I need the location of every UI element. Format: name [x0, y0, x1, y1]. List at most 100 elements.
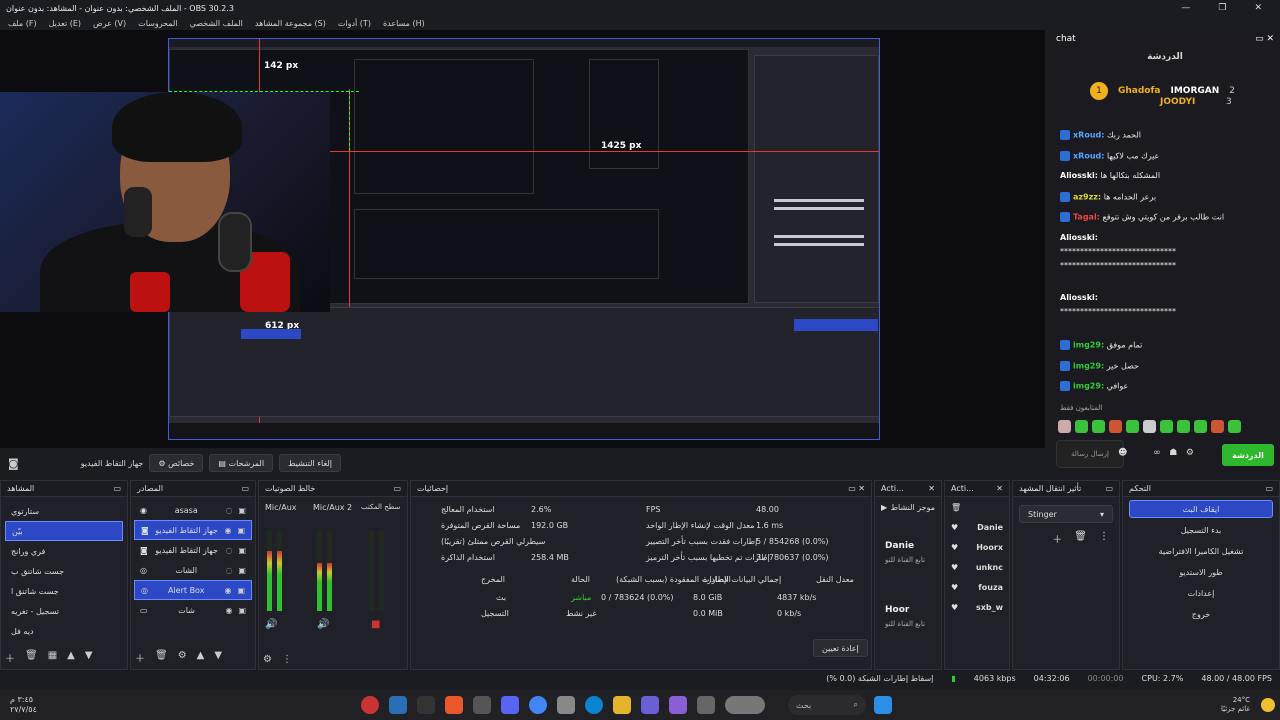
lock-icon[interactable]: ▣ [238, 546, 246, 555]
scene-item[interactable]: ديه فل [5, 621, 123, 641]
dock-close-icon[interactable]: ✕ [928, 484, 935, 493]
dock-close-icon[interactable]: ▭ ✕ [1255, 34, 1274, 44]
folder-taskbar-icon[interactable] [613, 696, 631, 714]
activity-item[interactable]: ♥ fouza [945, 577, 1009, 597]
lock-icon[interactable]: ▣ [238, 606, 246, 615]
emote-icon[interactable] [1075, 420, 1088, 433]
studio-mode-button[interactable]: طور الاستديو [1129, 563, 1273, 581]
source-item[interactable]: ▭ شات ◉ ▣ [134, 600, 252, 620]
eye-icon[interactable]: ◌ [225, 546, 232, 555]
eye-icon[interactable]: ◌ [225, 506, 232, 515]
emote-icon[interactable] [1228, 420, 1241, 433]
activity-item[interactable]: ♥ unknc [945, 557, 1009, 577]
eye-icon[interactable]: ◌ [225, 566, 232, 575]
infinity-icon[interactable]: ∞ [1153, 448, 1161, 458]
lock-icon[interactable]: ▣ [238, 506, 246, 515]
menu-file[interactable]: ملف (F) [8, 19, 37, 28]
move-up-icon[interactable]: ▲ [67, 650, 75, 665]
stop-streaming-button[interactable]: ايقاف البث [1129, 500, 1273, 518]
eye-icon[interactable]: ◉ [225, 606, 232, 615]
emote-icon[interactable] [1058, 420, 1071, 433]
dock-float-icon[interactable]: ▭ [1265, 484, 1273, 493]
emote-icon[interactable] [1126, 420, 1139, 433]
eye-icon[interactable]: ◉ [224, 586, 231, 595]
search-box[interactable]: بحث ⌕ [788, 695, 866, 715]
chrome-taskbar-icon[interactable] [529, 696, 547, 714]
emote-icon[interactable] [1211, 420, 1224, 433]
more-options-icon[interactable]: ⋮ [282, 654, 292, 665]
emoji-icon[interactable]: ☻ [1118, 448, 1127, 458]
chat-send-button[interactable]: الدردشة [1222, 444, 1274, 466]
scene-item[interactable]: فري ورانج [5, 541, 123, 561]
minimize-button[interactable]: — [1181, 3, 1190, 13]
filters-button[interactable]: ▤ المرشحات [209, 454, 274, 472]
scene-item[interactable]: جست شاتنق ا [5, 581, 123, 601]
edge-taskbar-icon[interactable] [585, 696, 603, 714]
source-item-selected[interactable]: ◙ جهاز التقاط الفيديو ◉ ▣ [134, 520, 252, 540]
lock-icon[interactable]: ▣ [237, 526, 245, 535]
source-item[interactable]: ◙ جهاز التقاط الفيديو ◌ ▣ [134, 540, 252, 560]
dock-close-icon[interactable]: ▭ ✕ [848, 484, 865, 493]
settings-button[interactable]: إعدادات [1129, 584, 1273, 602]
speaker-icon[interactable]: 🔊 [265, 619, 277, 630]
users-icon[interactable]: ☗ [1169, 448, 1177, 458]
activity-tab[interactable]: ▶ موجز النشاط [875, 497, 941, 517]
source-item[interactable]: ◎ الشات ◌ ▣ [134, 560, 252, 580]
emote-icon[interactable] [1092, 420, 1105, 433]
app-taskbar-icon[interactable] [473, 696, 491, 714]
speaker-icon[interactable]: 🔊 [317, 619, 329, 630]
add-transition-icon[interactable]: ＋ [1052, 531, 1062, 546]
windows-start-icon[interactable] [874, 696, 892, 714]
menu-docks[interactable]: المحروسات [138, 19, 177, 28]
activity-item[interactable]: ♥ sxb_w [945, 597, 1009, 617]
widget-taskbar-icon[interactable] [725, 696, 765, 714]
move-down-icon[interactable]: ▼ [214, 650, 222, 665]
remove-source-icon[interactable]: 🗑 [155, 650, 168, 665]
exit-button[interactable]: خروج [1129, 605, 1273, 623]
add-source-icon[interactable]: ＋ [135, 650, 145, 665]
brave-taskbar-icon[interactable] [445, 696, 463, 714]
weather-icon[interactable] [1261, 698, 1275, 712]
visibility-icon[interactable]: ◉ [140, 506, 147, 515]
dock-float-icon[interactable]: ▭ [393, 484, 401, 493]
menu-tools[interactable]: أدوات (T) [338, 19, 371, 28]
source-item-selected[interactable]: ◎ Alert Box ◉ ▣ [134, 580, 252, 600]
activity-item[interactable]: ♥ Danie [945, 517, 1009, 537]
emote-icon[interactable] [1143, 420, 1156, 433]
discord-taskbar-icon[interactable] [501, 696, 519, 714]
app-taskbar-icon[interactable] [417, 696, 435, 714]
gear-icon[interactable]: ⚙ [1186, 448, 1194, 458]
reset-stats-button[interactable]: إعادة تعيين [813, 639, 868, 657]
start-virtual-camera-button[interactable]: تشغيل الكاميرا الافتراضية [1129, 542, 1273, 560]
scene-item[interactable]: تسجيل - تغريه [5, 601, 123, 621]
more-options-icon[interactable]: ⋮ [1099, 531, 1109, 546]
emote-icon[interactable] [1194, 420, 1207, 433]
source-settings-icon[interactable]: ⚙ [178, 650, 187, 665]
source-item[interactable]: ◉ asasa ◌ ▣ [134, 500, 252, 520]
maximize-button[interactable]: ❐ [1218, 3, 1226, 13]
menu-profile[interactable]: الملف الشخصي [190, 19, 243, 28]
remove-scene-icon[interactable]: 🗑 [25, 650, 38, 665]
obs-taskbar-icon[interactable] [361, 696, 379, 714]
deactivate-button[interactable]: إلغاء التنشيط [279, 454, 341, 472]
store-taskbar-icon[interactable] [557, 696, 575, 714]
menu-edit[interactable]: تعديل (E) [49, 19, 81, 28]
menu-help[interactable]: مساعدة (H) [383, 19, 425, 28]
dock-float-icon[interactable]: ▭ [241, 484, 249, 493]
transition-select[interactable]: Stinger ▾ [1019, 505, 1113, 523]
scene-item-selected[interactable]: بيّن [5, 521, 123, 541]
scene-item[interactable]: جست شاتنق ب [5, 561, 123, 581]
copilot-taskbar-icon[interactable] [669, 696, 687, 714]
eye-icon[interactable]: ◉ [224, 526, 231, 535]
emote-icon[interactable] [1160, 420, 1173, 433]
scene-filter-icon[interactable]: ▦ [48, 650, 57, 665]
trash-icon[interactable]: 🗑 [951, 503, 961, 512]
dock-close-icon[interactable]: ✕ [996, 484, 1003, 493]
emote-icon[interactable] [1109, 420, 1122, 433]
dock-float-icon[interactable]: ▭ [1105, 484, 1113, 493]
remove-transition-icon[interactable]: 🗑 [1074, 531, 1087, 546]
chat-input[interactable]: إرسال رسالة [1056, 440, 1124, 468]
lock-icon[interactable]: ▣ [237, 586, 245, 595]
properties-button[interactable]: ⚙ خصائص [149, 454, 204, 472]
activity-item[interactable]: ♥ Hoorx [945, 537, 1009, 557]
